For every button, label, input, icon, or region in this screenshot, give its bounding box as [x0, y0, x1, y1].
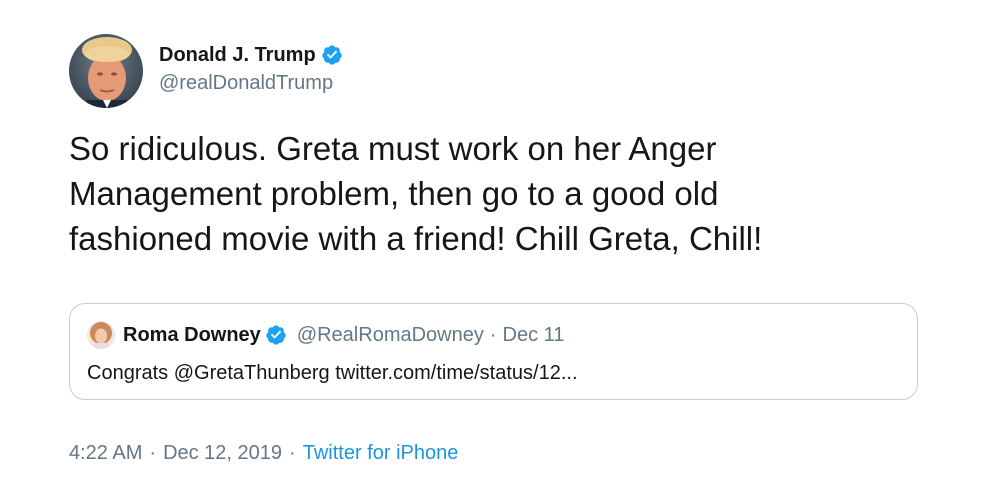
author-handle[interactable]: @realDonaldTrump: [159, 72, 343, 95]
author-avatar[interactable]: [69, 34, 143, 108]
author-name-row: Donald J. Trump: [159, 42, 343, 68]
quoted-tweet-header: Roma Downey @RealRomaDowney · Dec 11: [87, 321, 564, 349]
tweet-source-link[interactable]: Twitter for iPhone: [303, 442, 459, 465]
tweet-time[interactable]: 4:22 AM: [69, 442, 142, 465]
tweet-card: Donald J. Trump @realDonaldTrump So ridi…: [0, 0, 998, 500]
author-block: Donald J. Trump @realDonaldTrump: [159, 42, 343, 95]
quoted-author-handle: @RealRomaDowney: [296, 323, 484, 346]
meta-separator: ·: [289, 442, 296, 464]
meta-separator: ·: [149, 442, 157, 464]
avatar-image: [69, 34, 143, 108]
quoted-tweet[interactable]: Roma Downey @RealRomaDowney · Dec 11 Con…: [69, 303, 918, 400]
quoted-date: Dec 11: [502, 323, 565, 346]
quoted-author-avatar: [87, 321, 115, 349]
quoted-verified-badge-icon: [265, 324, 287, 346]
quoted-tweet-text: Congrats @GretaThunberg twitter.com/time…: [87, 362, 578, 384]
quoted-author-name: Roma Downey: [123, 323, 261, 346]
tweet-text: So ridiculous. Greta must work on her An…: [69, 130, 763, 257]
quoted-separator: ·: [489, 323, 497, 346]
tweet-date[interactable]: Dec 12, 2019: [163, 442, 282, 465]
tweet-meta: 4:22 AM · Dec 12, 2019 · Twitter for iPh…: [69, 442, 458, 465]
author-display-name[interactable]: Donald J. Trump: [159, 44, 316, 67]
verified-badge-icon: [321, 44, 343, 66]
